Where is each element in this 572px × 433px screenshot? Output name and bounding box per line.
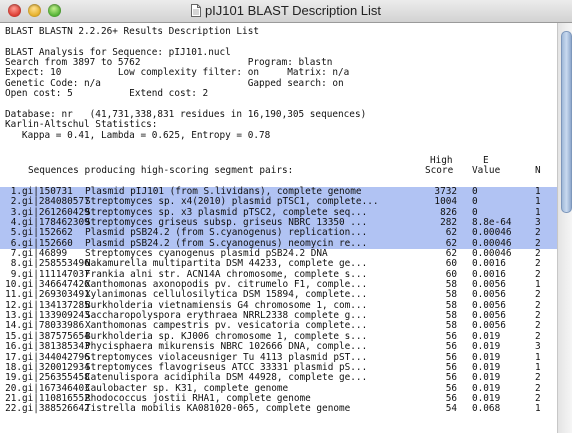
column-header-n: N <box>535 165 541 177</box>
table-row[interactable]: 16. gi|381385343 Phycisphaera mikurensis N… <box>0 341 557 353</box>
row-score: 54 <box>445 403 457 415</box>
scrollbar-thumb[interactable] <box>561 31 572 213</box>
blast-description-window: pIJ101 BLAST Description List BLAST BLAS… <box>0 0 572 433</box>
row-description: Phycisphaera mikurensis NBRC 102666 DNA,… <box>85 341 368 353</box>
table-caption: Sequences producing high-scoring segment… <box>28 165 294 177</box>
title-bar[interactable]: pIJ101 BLAST Description List <box>0 0 572 23</box>
row-gi: gi|388526642 <box>22 403 90 415</box>
row-score: 56 <box>445 341 457 353</box>
row-score: 56 <box>445 372 457 384</box>
row-n: 1 <box>535 403 541 415</box>
row-evalue: 0.019 <box>472 341 501 353</box>
table-row[interactable]: 22. gi|388526642 Tistrella mobilis KA08102… <box>0 403 557 415</box>
vertical-scrollbar[interactable] <box>557 23 572 433</box>
report-line: Karlin-Altschul Statistics: <box>5 119 158 131</box>
column-header-value: Value <box>472 165 501 177</box>
row-index: 19. <box>5 372 22 384</box>
row-gi: gi|256355458 <box>22 372 90 384</box>
report-line: Open cost: 5 Extend cost: 2 <box>5 88 209 100</box>
document-icon <box>190 4 201 17</box>
row-evalue: 0.068 <box>472 403 501 415</box>
row-n: 3 <box>535 341 541 353</box>
report-line: BLAST BLASTN 2.2.26+ Results Description… <box>5 26 259 37</box>
row-index: 16. <box>5 341 22 353</box>
column-header-score: Score <box>425 165 454 177</box>
row-gi: gi|381385343 <box>22 341 90 353</box>
row-evalue: 0.019 <box>472 372 501 384</box>
table-row[interactable]: 19. gi|256355458 Catenulispora acidiphila … <box>0 372 557 384</box>
row-description: Catenulispora acidiphila DSM 44928, comp… <box>85 372 368 384</box>
report-line: Kappa = 0.41, Lambda = 0.625, Entropy = … <box>5 129 271 141</box>
report-text-area[interactable]: BLAST BLASTN 2.2.26+ Results Description… <box>0 23 557 433</box>
window-title: pIJ101 BLAST Description List <box>204 3 382 18</box>
window-title-group: pIJ101 BLAST Description List <box>0 3 572 18</box>
row-description: Tistrella mobilis KA081020-065, complete… <box>85 403 351 415</box>
row-index: 22. <box>5 403 22 415</box>
row-n: 2 <box>535 372 541 384</box>
